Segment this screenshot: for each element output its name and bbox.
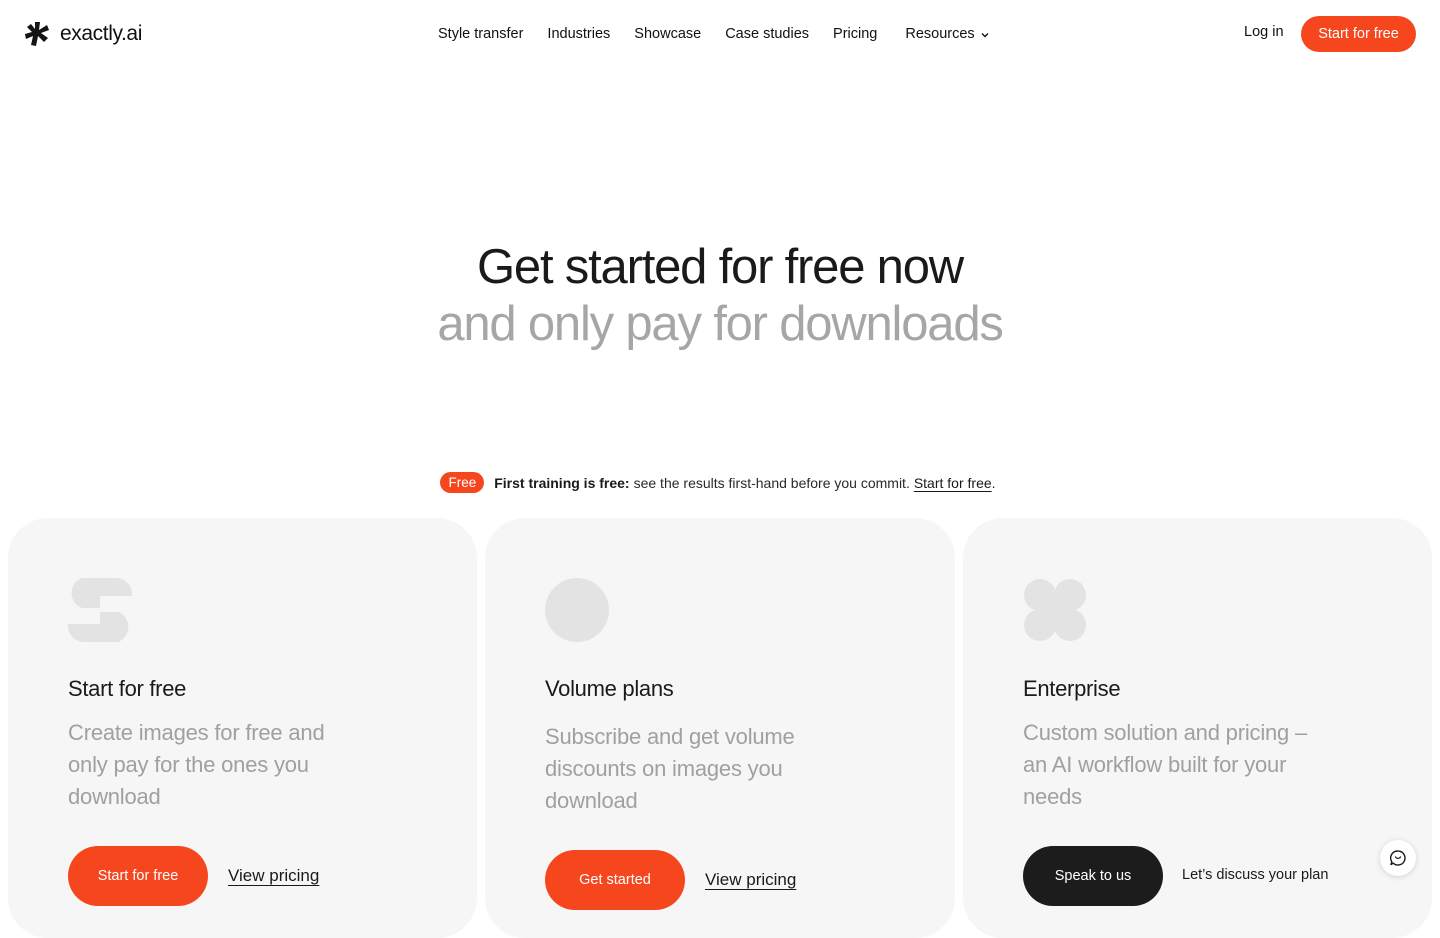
- card-title: Enterprise: [1023, 676, 1121, 701]
- card-start-for-free: Start for free Create images for free an…: [8, 518, 477, 938]
- free-badge: Free: [440, 472, 485, 493]
- card-description: Subscribe and get volume discounts on im…: [545, 724, 795, 813]
- circle-icon: [545, 578, 609, 642]
- view-pricing-link[interactable]: View pricing: [228, 866, 319, 886]
- logo-text: exactly.ai: [60, 22, 142, 45]
- nav-style-transfer[interactable]: Style transfer: [438, 26, 523, 42]
- chat-icon: [1389, 850, 1406, 866]
- chevron-down-icon: [981, 33, 989, 38]
- card-volume-plans: Volume plans Subscribe and get volume di…: [485, 518, 955, 938]
- s-shape-icon: [68, 578, 132, 642]
- discuss-plan-text: Let’s discuss your plan: [1182, 867, 1329, 883]
- hero-title: Get started for free now: [477, 240, 964, 294]
- card-description: Custom solution and pricing – an AI work…: [1023, 720, 1308, 809]
- logo-icon: [25, 22, 49, 46]
- nav-case-studies[interactable]: Case studies: [725, 26, 809, 42]
- card-title: Start for free: [68, 676, 187, 701]
- nav-resources-label: Resources: [905, 26, 975, 42]
- hero: Get started for free now and only pay fo…: [0, 236, 1440, 350]
- clover-icon: [1024, 579, 1086, 641]
- speak-to-us-button[interactable]: Speak to us: [1023, 846, 1163, 906]
- header-start-for-free-button[interactable]: Start for free: [1301, 16, 1416, 52]
- pricing-cards: Start for free Create images for free an…: [0, 518, 1440, 938]
- chat-button[interactable]: [1380, 840, 1416, 876]
- card-description: Create images for free and only pay for …: [68, 720, 325, 809]
- card-title: Volume plans: [545, 676, 674, 701]
- notice-start-for-free-link[interactable]: Start for free: [914, 475, 992, 491]
- site-header: exactly.ai Style transfer Industries Sho…: [0, 0, 1440, 68]
- view-pricing-link[interactable]: View pricing: [705, 870, 796, 890]
- notice-period: .: [991, 474, 996, 491]
- logo[interactable]: exactly.ai: [24, 20, 142, 48]
- notice-bold-text: First training is free:: [494, 474, 630, 491]
- login-link[interactable]: Log in: [1244, 24, 1284, 40]
- get-started-button[interactable]: Get started: [545, 850, 685, 910]
- nav-resources[interactable]: Resources: [905, 26, 989, 42]
- card-start-for-free-button[interactable]: Start for free: [68, 846, 208, 906]
- hero-subtitle: and only pay for downloads: [437, 297, 1004, 351]
- main-nav: Style transfer Industries Showcase Case …: [438, 24, 990, 44]
- nav-industries[interactable]: Industries: [547, 26, 610, 42]
- nav-pricing[interactable]: Pricing: [833, 26, 877, 42]
- nav-showcase[interactable]: Showcase: [634, 26, 701, 42]
- card-enterprise: Enterprise Custom solution and pricing –…: [963, 518, 1432, 938]
- free-training-notice: Free First training is free: see the res…: [0, 472, 1440, 493]
- notice-text: see the results first-hand before you co…: [633, 474, 910, 491]
